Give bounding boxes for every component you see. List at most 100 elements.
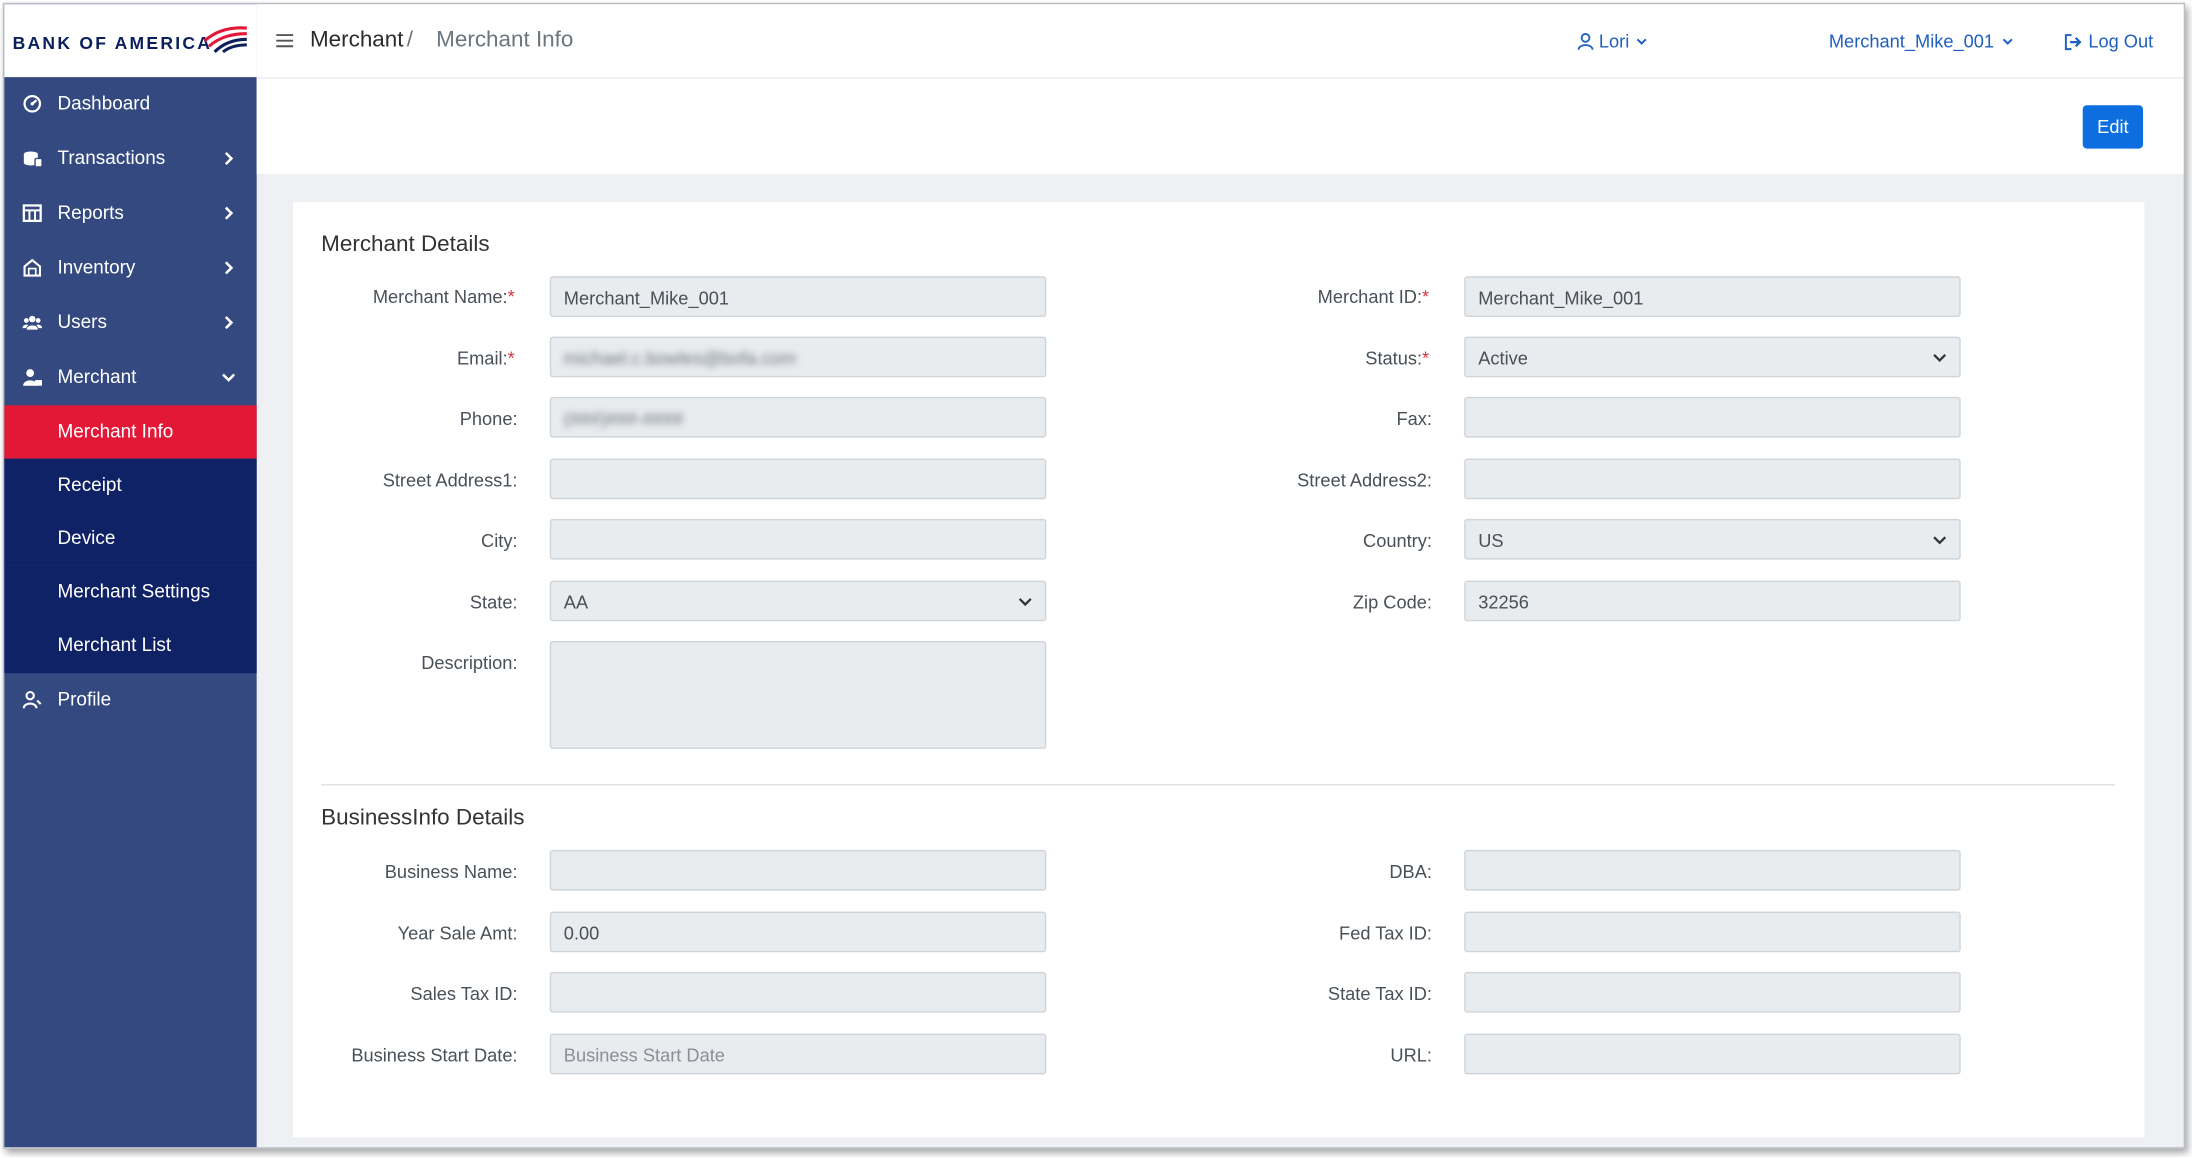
users-icon [22,315,43,330]
action-bar: Edit [256,78,2184,174]
sidebar-subitem-label: Merchant Settings [57,580,211,602]
sidebar-item-merchant[interactable]: Merchant [4,351,256,406]
user-icon [1577,33,1594,51]
chevron-down-icon [1636,38,1647,45]
business-name-field[interactable] [549,849,1047,891]
street-address2-label: Street Address2: [1297,469,1432,491]
sidebar: BANK OF AMERICA Dashboard Transactions R… [4,4,257,1148]
brand-header[interactable]: BANK OF AMERICA [4,4,257,78]
sidebar-item-transactions[interactable]: Transactions [4,132,256,187]
status-select[interactable]: Active [1464,336,1961,378]
year-sale-amt-field[interactable]: 0.00 [549,911,1047,953]
user-menu[interactable]: Lori [1576,31,1647,52]
chevron-right-icon [224,151,234,165]
sidebar-subitem-merchant-info[interactable]: Merchant Info [4,405,257,459]
state-label: State: [469,591,518,613]
sidebar-item-users[interactable]: Users [4,296,256,351]
sidebar-subitem-label: Device [57,527,116,549]
status-label: Status:* [1365,347,1430,369]
sidebar-item-label: Dashboard [57,92,151,114]
url-label: URL: [1390,1044,1432,1066]
profile-icon [22,690,42,709]
section-divider [321,783,2115,786]
breadcrumb-root[interactable]: Merchant [310,28,404,53]
transactions-icon [23,151,43,168]
country-select[interactable]: US [1464,518,1961,560]
edit-button[interactable]: Edit [2082,105,2144,149]
sidebar-item-reports[interactable]: Reports [4,187,256,242]
city-field[interactable] [549,518,1047,560]
sales-tax-id-label: Sales Tax ID: [410,983,518,1005]
chevron-right-icon [224,206,234,220]
sidebar-item-label: Merchant [57,366,137,388]
breadcrumb-current: Merchant Info [436,28,574,52]
logout-icon [2064,33,2082,50]
city-label: City: [481,530,518,552]
merchant-id-input[interactable]: Merchant_Mike_001 [1464,276,1961,317]
sidebar-subitem-merchant-settings[interactable]: Merchant Settings [4,565,257,619]
street-address1-field[interactable] [549,458,1047,500]
sidebar-item-label: Transactions [57,147,166,169]
sidebar-subitem-device[interactable]: Device [4,511,257,566]
reports-icon [22,204,42,223]
user-name: Lori [1598,30,1630,52]
year-sale-amt-label: Year Sale Amt: [397,922,518,944]
merchant-name-input[interactable]: Merchant_Mike_001 [549,276,1047,317]
state-tax-id-label: State Tax ID: [1327,983,1432,1005]
chevron-down-icon [1018,598,1032,607]
chevron-down-icon [1933,354,1947,363]
chevron-down-icon [222,373,236,382]
breadcrumb-separator: / [406,28,413,52]
merchant-id-label: Merchant ID:* [1317,286,1430,308]
sales-tax-id-field[interactable] [549,971,1047,1013]
dba-field[interactable] [1464,849,1961,891]
merchant-details-title: Merchant Details [321,232,490,257]
phone-field[interactable]: (###)###-#### [549,396,1047,438]
state-select[interactable]: AA [549,580,1047,622]
inventory-icon [23,258,42,277]
app-window: BANK OF AMERICA Dashboard Transactions R… [2,2,2186,1149]
sidebar-subitem-merchant-list[interactable]: Merchant List [4,618,257,674]
description-label: Description: [421,652,518,674]
zip-code-label: Zip Code: [1352,591,1432,613]
business-start-date-field[interactable]: Business Start Date [549,1033,1047,1075]
logout-link[interactable]: Log Out [2064,31,2153,52]
sidebar-subitem-receipt[interactable]: Receipt [4,458,257,512]
sidebar-item-inventory[interactable]: Inventory [4,241,256,296]
fed-tax-id-field[interactable] [1464,911,1961,953]
fed-tax-id-label: Fed Tax ID: [1339,922,1432,944]
merchant-icon [23,369,43,386]
sidebar-item-profile[interactable]: Profile [4,673,256,728]
chevron-right-icon [224,316,234,330]
sidebar-item-label: Inventory [57,256,136,278]
chevron-right-icon [224,261,234,275]
merchant-selector[interactable]: Merchant_Mike_001 [1829,31,2014,52]
zip-code-field[interactable]: 32256 [1464,580,1961,622]
merchant-selector-value: Merchant_Mike_001 [1828,30,1995,52]
chevron-down-icon [1933,536,1947,545]
merchant-name-label: Merchant Name:* [372,286,515,308]
business-start-date-label: Business Start Date: [351,1044,518,1066]
app-screenshot: BANK OF AMERICA Dashboard Transactions R… [0,0,2192,1158]
business-name-label: Business Name: [384,861,518,883]
phone-label: Phone: [459,408,518,430]
dashboard-icon [23,94,42,113]
fax-field[interactable] [1464,396,1961,438]
street-address2-field[interactable] [1464,458,1961,500]
sidebar-item-label: Users [57,311,107,333]
email-field[interactable]: michael.c.bowles@bofa.com [549,336,1047,378]
merchant-info-card: Merchant Details Merchant Name:* Merchan… [293,201,2145,1138]
description-textarea[interactable] [549,640,1047,749]
url-field[interactable] [1464,1033,1961,1075]
bank-of-america-flag-logo [203,26,247,54]
chevron-down-icon [2002,38,2013,45]
business-details-title: BusinessInfo Details [321,806,525,831]
email-label: Email:* [456,347,515,369]
hamburger-menu-icon[interactable] [275,31,295,51]
sidebar-item-label: Profile [57,688,112,710]
brand-name: BANK OF AMERICA [12,33,213,54]
sidebar-item-dashboard[interactable]: Dashboard [4,77,256,132]
dba-label: DBA: [1389,861,1432,883]
state-tax-id-field[interactable] [1464,971,1961,1013]
top-bar: Merchant / Merchant Info Lori Merchant_M… [256,4,2184,79]
